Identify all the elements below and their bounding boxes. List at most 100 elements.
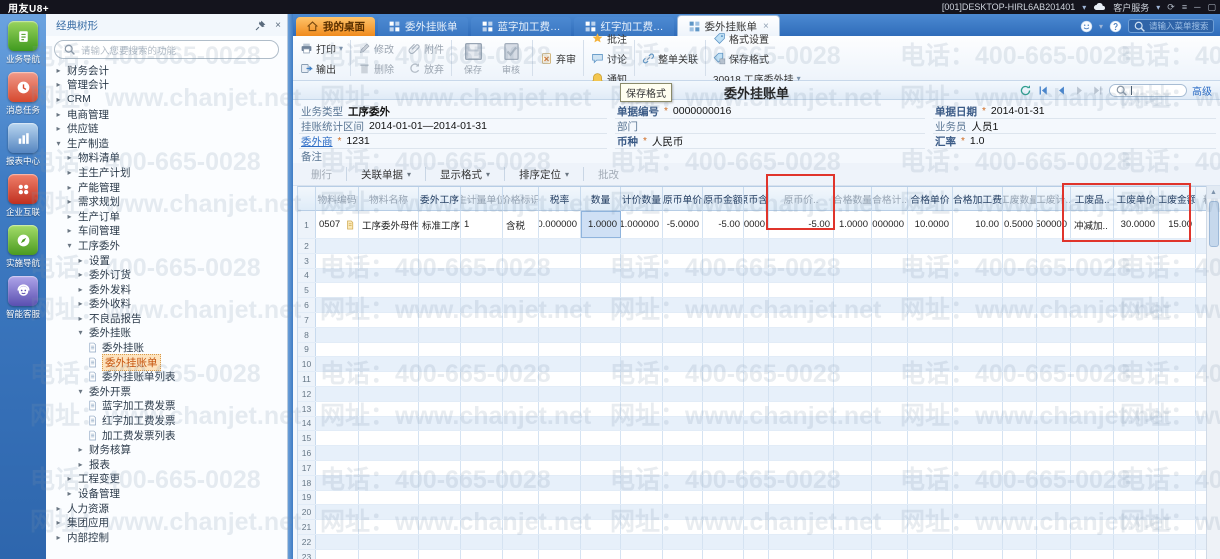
- cell[interactable]: [703, 460, 744, 475]
- cell[interactable]: [953, 239, 1003, 253]
- cell[interactable]: 0.50: [1196, 211, 1206, 238]
- tree-item[interactable]: ▸ 财务会计: [46, 63, 287, 78]
- cell[interactable]: [703, 386, 744, 401]
- cell[interactable]: [461, 312, 503, 327]
- chevron-right-icon[interactable]: ▸: [76, 299, 85, 308]
- table-row[interactable]: 5: [298, 283, 1206, 299]
- cell[interactable]: [539, 386, 581, 401]
- cell[interactable]: [908, 520, 953, 534]
- cell[interactable]: [908, 327, 953, 342]
- cell[interactable]: [316, 312, 359, 327]
- cell[interactable]: [744, 416, 769, 431]
- cell[interactable]: [834, 505, 872, 520]
- cell[interactable]: [1037, 401, 1071, 416]
- cell[interactable]: [621, 268, 663, 283]
- tree-item[interactable]: ▸ 财务核算: [46, 442, 287, 457]
- table-row[interactable]: 10: [298, 357, 1206, 373]
- cell[interactable]: [1196, 328, 1206, 342]
- cell[interactable]: [663, 342, 703, 357]
- cell[interactable]: [539, 505, 581, 520]
- cell[interactable]: [953, 431, 1003, 446]
- cell[interactable]: [359, 298, 419, 312]
- cell[interactable]: [503, 298, 539, 312]
- pin-icon[interactable]: [254, 19, 267, 32]
- cell[interactable]: [1003, 431, 1037, 446]
- cell[interactable]: [1114, 549, 1159, 559]
- cell[interactable]: [1003, 327, 1037, 342]
- cell[interactable]: [1196, 298, 1206, 312]
- cell[interactable]: [872, 357, 908, 372]
- cell[interactable]: [461, 431, 503, 446]
- cell[interactable]: [872, 446, 908, 460]
- cell[interactable]: [581, 239, 621, 253]
- cell[interactable]: [1159, 327, 1196, 342]
- cell[interactable]: [953, 446, 1003, 460]
- cell[interactable]: [908, 342, 953, 357]
- cell[interactable]: [908, 253, 953, 268]
- chevron-down-icon[interactable]: ▾: [54, 139, 63, 148]
- cell[interactable]: [359, 327, 419, 342]
- cell[interactable]: [1159, 312, 1196, 327]
- cell[interactable]: [1003, 549, 1037, 559]
- record-search-input[interactable]: [1109, 84, 1187, 97]
- customer-service-button[interactable]: 客户服务: [1113, 1, 1149, 14]
- toolbar-button[interactable]: 附件: [405, 40, 447, 57]
- cell[interactable]: [359, 401, 419, 416]
- cell[interactable]: [539, 534, 581, 549]
- tree-item[interactable]: ▸ 委外订货: [46, 267, 287, 282]
- cell[interactable]: [359, 239, 419, 253]
- cell[interactable]: [581, 372, 621, 386]
- chevron-down-icon[interactable]: ▾: [76, 328, 85, 337]
- cell[interactable]: [872, 386, 908, 401]
- cell[interactable]: [503, 253, 539, 268]
- cell[interactable]: [316, 327, 359, 342]
- cell[interactable]: [539, 357, 581, 372]
- maximize-button[interactable]: ▢: [1207, 2, 1216, 13]
- cell[interactable]: [581, 505, 621, 520]
- cell[interactable]: [1196, 476, 1206, 490]
- cell[interactable]: [621, 549, 663, 559]
- cell[interactable]: [834, 446, 872, 460]
- cell[interactable]: [703, 446, 744, 460]
- table-row[interactable]: 12: [298, 386, 1206, 402]
- sidebar-item-ai[interactable]: 智能客服: [0, 269, 46, 320]
- cell[interactable]: [1071, 239, 1114, 253]
- cell[interactable]: [908, 239, 953, 253]
- tree-item[interactable]: 委外挂账单列表: [46, 369, 287, 384]
- cell[interactable]: [953, 386, 1003, 401]
- cell[interactable]: [1159, 401, 1196, 416]
- cell[interactable]: [503, 312, 539, 327]
- cell[interactable]: [1003, 342, 1037, 357]
- tree-item[interactable]: 蓝字加工费发票: [46, 399, 287, 414]
- previous-record-icon[interactable]: [1055, 84, 1068, 97]
- cell[interactable]: [663, 386, 703, 401]
- cell[interactable]: [1003, 283, 1037, 298]
- cell[interactable]: [1037, 446, 1071, 460]
- table-row[interactable]: 9: [298, 342, 1206, 358]
- cell[interactable]: [359, 490, 419, 505]
- cell[interactable]: [539, 312, 581, 327]
- cell[interactable]: [953, 327, 1003, 342]
- cell[interactable]: [316, 401, 359, 416]
- column-header[interactable]: 工废品..: [1071, 187, 1114, 211]
- cell[interactable]: [461, 298, 503, 312]
- cell[interactable]: [744, 327, 769, 342]
- column-header[interactable]: 工废金额: [1159, 187, 1196, 211]
- close-panel-icon[interactable]: ×: [275, 20, 281, 31]
- column-header[interactable]: 工废数量: [1003, 187, 1037, 211]
- grid-toolbar-删行[interactable]: 删行: [303, 165, 340, 184]
- cell[interactable]: [359, 312, 419, 327]
- cell[interactable]: [663, 312, 703, 327]
- cell[interactable]: [1037, 431, 1071, 446]
- cell[interactable]: [872, 239, 908, 253]
- cell[interactable]: [703, 342, 744, 357]
- cell[interactable]: [461, 239, 503, 253]
- cell[interactable]: [1196, 239, 1206, 253]
- cell[interactable]: [539, 342, 581, 357]
- cell[interactable]: [744, 534, 769, 549]
- chevron-right-icon[interactable]: ▸: [76, 445, 85, 454]
- cell[interactable]: 工序委外母件: [359, 211, 419, 238]
- cell[interactable]: [703, 239, 744, 253]
- cell[interactable]: [503, 520, 539, 534]
- cell[interactable]: [419, 253, 461, 268]
